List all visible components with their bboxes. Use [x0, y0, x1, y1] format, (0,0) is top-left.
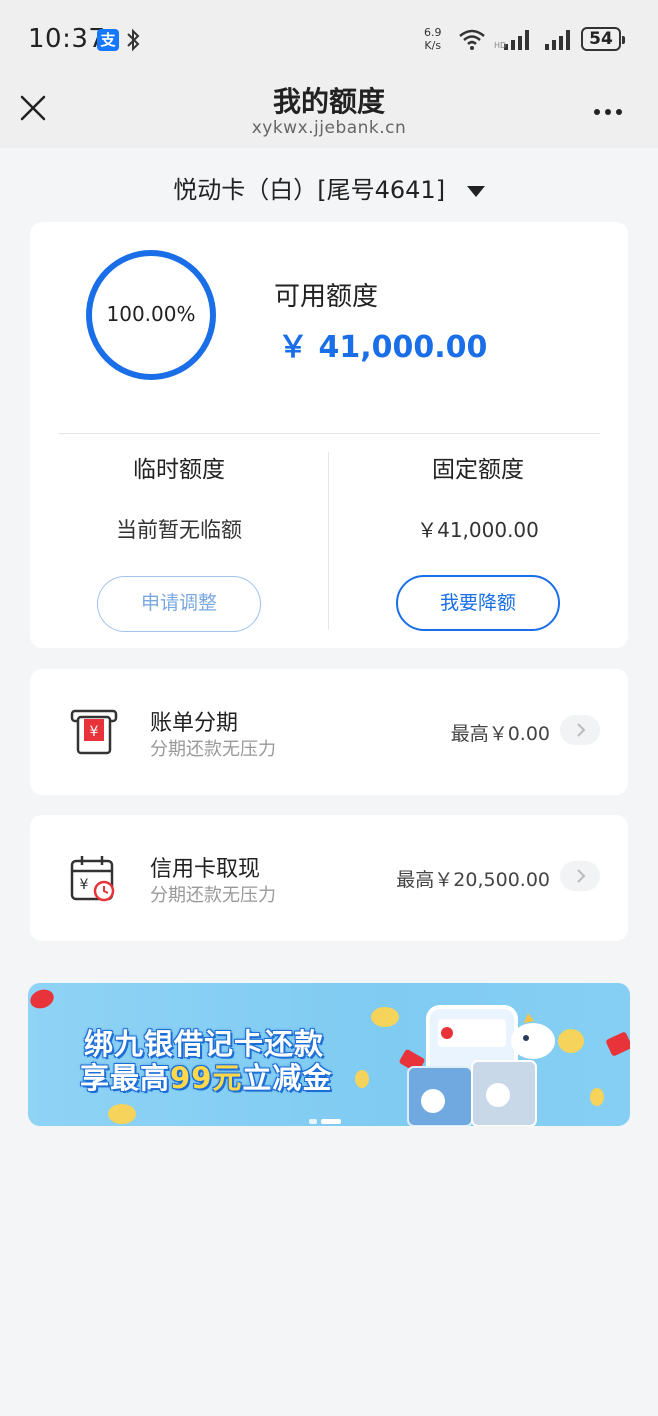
caret-down-icon [466, 185, 485, 197]
bluetooth-icon [127, 28, 140, 52]
fixed-limit-section: 固定额度 ￥41,000.00 我要降额 [328, 450, 628, 631]
limit-card: 100.00% 可用额度 ￥ 41,000.00 临时额度 当前暂无临额 申请调… [30, 222, 628, 648]
page-title: 我的额度 [272, 85, 385, 118]
card-selector[interactable]: 悦动卡（白）[尾号4641] [0, 170, 658, 205]
svg-text:HD: HD [494, 41, 506, 50]
more-options-icon[interactable] [594, 100, 630, 116]
chevron-right-icon[interactable] [560, 861, 600, 891]
service-subtitle: 分期还款无压力 [150, 885, 276, 906]
fixed-limit-value: ￥41,000.00 [417, 518, 539, 542]
ring-percent: 100.00% [106, 302, 196, 326]
service-title: 账单分期 [150, 711, 239, 736]
service-amount: 最高￥0.00 [450, 723, 550, 745]
svg-text:¥: ¥ [90, 724, 99, 740]
service-title: 信用卡取现 [150, 857, 261, 882]
cash-withdrawal-icon: ¥ [70, 856, 115, 902]
fixed-limit-title: 固定额度 [432, 457, 524, 483]
card-selector-label: 悦动卡（白）[尾号4641] [173, 176, 446, 204]
signal-icon: HD [494, 30, 529, 50]
banner-subheadline: 享最高99元立减金 [80, 1061, 333, 1095]
available-limit-value: ￥ 41,000.00 [278, 330, 488, 365]
banner-pagination [309, 1109, 349, 1124]
service-amount: 最高￥20,500.00 [396, 869, 550, 891]
signal-icon [545, 30, 570, 50]
cash-withdrawal-row[interactable]: ¥ 信用卡取现 分期还款无压力 最高￥20,500.00 [30, 815, 628, 941]
divider [58, 433, 600, 434]
bill-installment-row[interactable]: ¥ 账单分期 分期还款无压力 最高￥0.00 [30, 669, 628, 795]
available-limit-label: 可用额度 [274, 282, 379, 312]
apply-adjust-button[interactable]: 申请调整 [97, 576, 261, 632]
temporary-limit-value: 当前暂无临额 [116, 518, 242, 542]
status-bar: 10:37 支 6.9 K/s HD 54 [0, 0, 658, 80]
status-time: 10:37 [28, 24, 106, 54]
alipay-icon: 支 [97, 29, 119, 51]
wifi-icon [459, 29, 485, 50]
svg-text:¥: ¥ [80, 877, 89, 893]
page-header: 我的额度 xykwx.jjebank.cn [0, 80, 658, 148]
chevron-right-icon[interactable] [560, 715, 600, 745]
reduce-limit-button[interactable]: 我要降额 [396, 575, 560, 631]
temporary-limit-section: 临时额度 当前暂无临额 申请调整 [30, 450, 328, 632]
network-speed: 6.9 K/s [424, 26, 442, 52]
battery-indicator: 54 [581, 27, 625, 51]
bill-installment-icon: ¥ [70, 709, 118, 755]
service-subtitle: 分期还款无压力 [150, 739, 276, 760]
temporary-limit-title: 临时额度 [133, 457, 225, 483]
promo-banner[interactable]: 绑九银借记卡还款 享最高99元立减金 [28, 983, 630, 1126]
page-url: xykwx.jjebank.cn [251, 118, 407, 138]
